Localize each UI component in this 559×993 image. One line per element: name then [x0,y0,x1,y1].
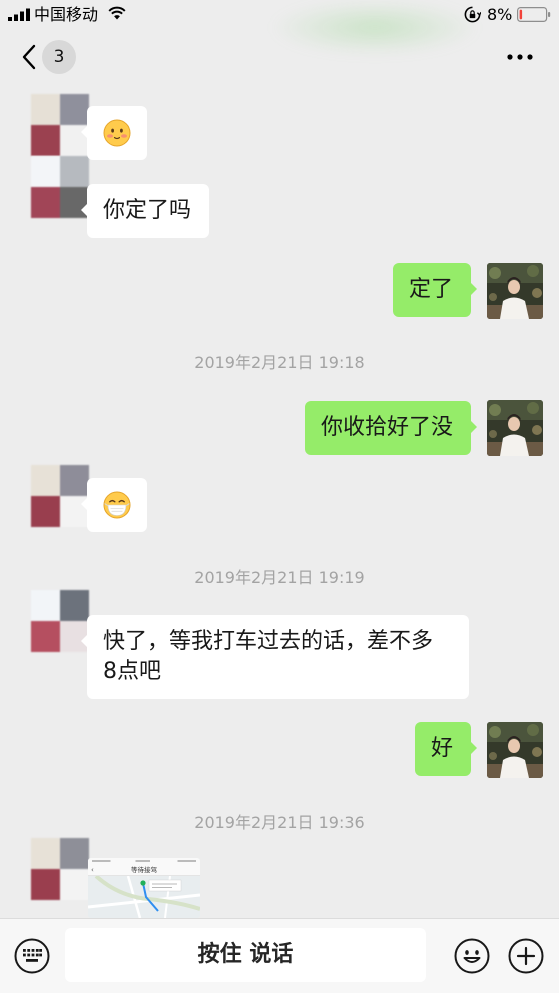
signal-icon [8,8,30,21]
emoji-icon [454,938,490,974]
emoji-button[interactable] [454,938,490,974]
back-button[interactable]: 3 [14,40,80,74]
battery-fill [519,9,523,20]
more-button[interactable] [502,44,538,70]
sent-message-bubble[interactable]: 定了 [392,263,478,317]
screenshot-header: ‹ 等待接驾 [88,858,200,876]
avatar-mosaic-cell [31,621,60,652]
mask-face-emoji [103,491,131,519]
my-avatar[interactable] [487,722,543,778]
my-avatar-photo [487,722,543,778]
plus-icon [508,938,544,974]
more-functions-button[interactable] [508,938,544,974]
blushing-smile-emoji [103,119,131,147]
unread-count-badge: 3 [42,40,76,74]
message-timestamp: 2019年2月21日 19:18 [194,353,365,372]
received-message-bubble[interactable]: 你定了吗 [80,184,210,238]
keyboard-toggle-button[interactable] [14,938,50,974]
received-emoji-bubble[interactable] [81,478,147,532]
chevron-left-icon [22,44,36,70]
avatar-mosaic-cell [31,869,60,900]
screenshot-title: 等待接驾 [131,866,157,874]
avatar-mosaic-cell [31,838,60,869]
avatar-mosaic-cell [60,838,89,869]
carrier-name: 中国移动 [34,5,99,24]
contact-avatar[interactable] [31,838,89,900]
avatar-mosaic-cell [60,465,89,496]
map-thumbnail [88,874,200,918]
avatar-mosaic-cell [60,590,89,621]
received-message-bubble[interactable]: 快了，等我打车过去的话，差不多8点吧 [81,615,469,699]
screenshot-status-row [92,860,196,862]
avatar-mosaic-cell [31,590,60,621]
blurred-title-area [270,0,480,55]
avatar-mosaic-cell [31,156,60,187]
avatar-mosaic-cell [60,94,89,125]
my-avatar-photo [487,400,543,456]
avatar-mosaic-cell [60,156,89,187]
sent-message-bubble[interactable]: 好 [414,722,478,776]
battery-icon [517,7,551,22]
my-avatar[interactable] [487,263,543,319]
avatar-mosaic-cell [31,125,60,156]
avatar-mosaic-cell [31,94,60,125]
received-image-message[interactable]: ‹ 等待接驾 [88,858,200,918]
avatar-mosaic-cell [31,496,60,527]
avatar-mosaic-cell [60,869,89,900]
orientation-lock-icon [464,6,481,23]
battery-percent: 8% [487,5,513,24]
input-bar: 按住 说话 [0,918,559,993]
avatar-mosaic-cell [31,465,60,496]
wifi-icon [108,6,126,20]
my-avatar-photo [487,263,543,319]
hold-to-talk-button[interactable]: 按住 说话 [65,928,426,982]
keyboard-icon [14,938,50,974]
sent-message-bubble[interactable]: 你收拾好了没 [304,401,478,455]
message-timestamp: 2019年2月21日 19:36 [194,813,365,832]
avatar-mosaic-cell [31,187,60,218]
message-timestamp: 2019年2月21日 19:19 [194,568,365,587]
more-icon [507,54,533,60]
chat-screen: 中国移动 8% 3 你定了吗 定了 2019年2月21日 19:18 你收拾好了… [0,0,559,993]
my-avatar[interactable] [487,400,543,456]
received-emoji-bubble[interactable] [81,106,147,160]
contact-avatar[interactable] [31,465,89,527]
